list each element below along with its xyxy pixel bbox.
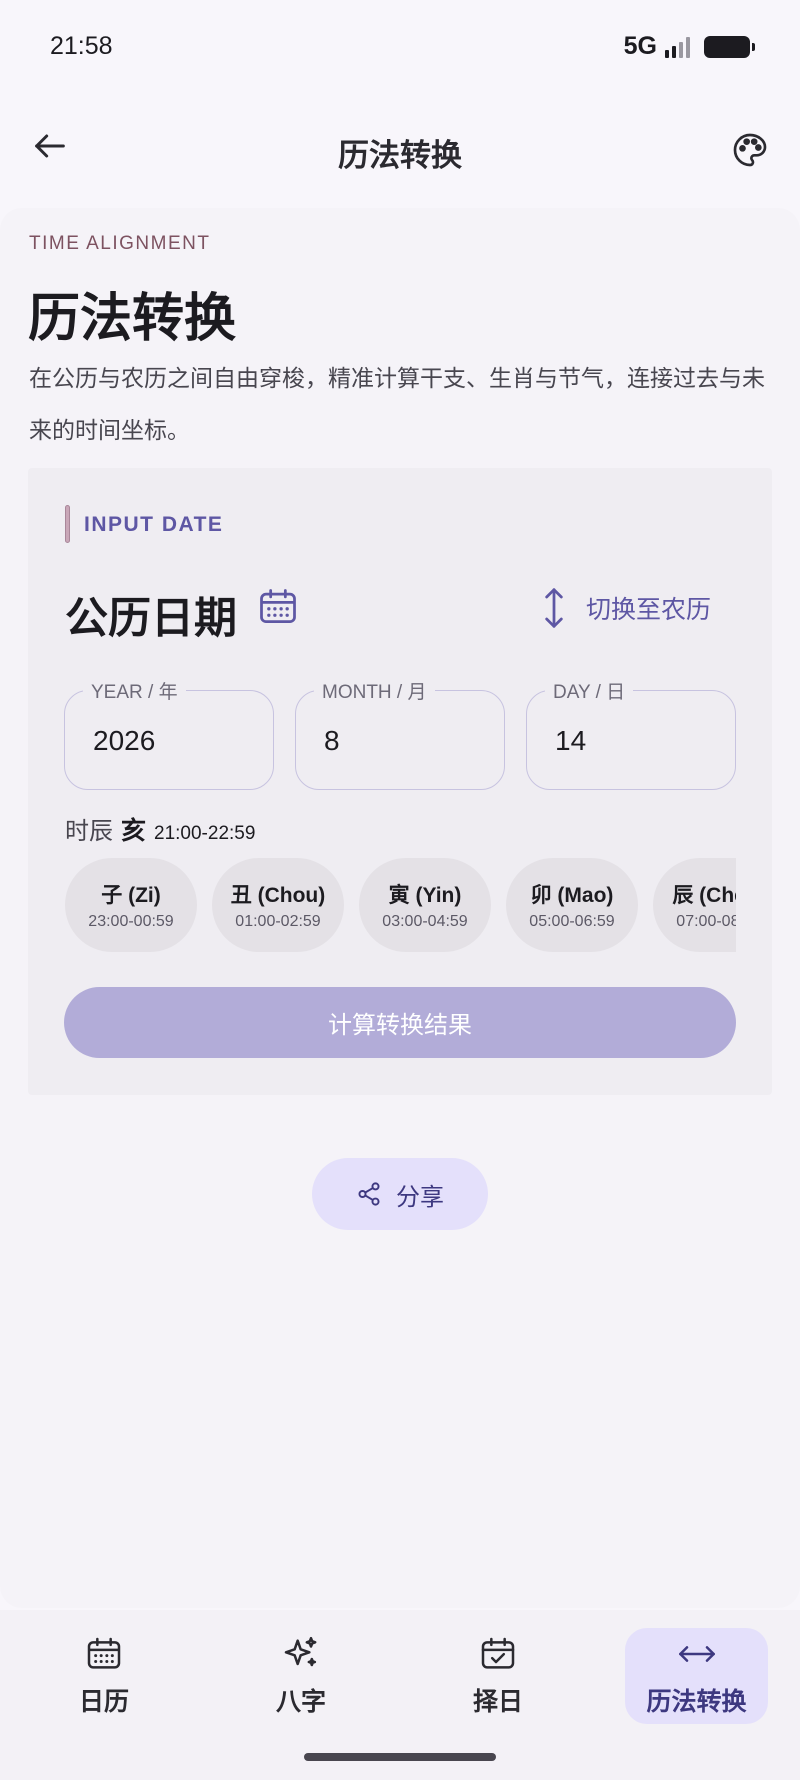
calculate-button[interactable]: 计算转换结果 xyxy=(64,987,736,1058)
signal-icon xyxy=(665,36,690,58)
year-field[interactable]: YEAR / 年 2026 xyxy=(64,677,274,790)
nav-item-calendar-convert[interactable]: 历法转换 xyxy=(625,1628,768,1724)
month-field-value: 8 xyxy=(324,725,340,756)
chip-name: 辰 (Chen) xyxy=(672,884,736,907)
switch-to-lunar-button[interactable]: 切换至农历 xyxy=(542,584,711,632)
nav-label: 择日 xyxy=(472,1688,523,1716)
share-button[interactable]: 分享 xyxy=(312,1158,488,1230)
app-bar-title: 历法转换 xyxy=(338,138,462,173)
date-type-title: 公历日期 xyxy=(65,595,237,643)
shichen-selected: 亥 xyxy=(121,817,147,845)
input-date-label: INPUT DATE xyxy=(84,513,224,536)
shichen-chip-chen[interactable]: 辰 (Chen) 07:00-08:59 xyxy=(653,858,736,952)
nav-item-calendar[interactable]: 日历 xyxy=(34,1628,174,1724)
shichen-chip-scroller[interactable]: 子 (Zi) 23:00-00:59 丑 (Chou) 01:00-02:59 … xyxy=(65,858,736,952)
shichen-range: 21:00-22:59 xyxy=(154,823,256,844)
day-field[interactable]: DAY / 日 14 xyxy=(526,677,736,790)
share-label: 分享 xyxy=(396,1183,444,1211)
month-field[interactable]: MONTH / 月 8 xyxy=(295,677,505,790)
page-title: 历法转换 xyxy=(28,290,237,348)
chip-name: 卯 (Mao) xyxy=(530,884,614,907)
status-bar: 21:58 5G xyxy=(0,0,800,92)
nav-item-bazi[interactable]: 八字 xyxy=(231,1628,371,1724)
chip-name: 寅 (Yin) xyxy=(388,884,462,907)
month-field-label: MONTH / 月 xyxy=(314,677,435,704)
chip-name: 子 (Zi) xyxy=(101,884,161,907)
shichen-chip-chou[interactable]: 丑 (Chou) 01:00-02:59 xyxy=(212,858,344,952)
chip-range: 01:00-02:59 xyxy=(235,913,321,930)
switch-label: 切换至农历 xyxy=(586,596,712,624)
shichen-label: 时辰 xyxy=(65,818,113,845)
swap-vertical-icon xyxy=(545,588,563,628)
shichen-chip-zi[interactable]: 子 (Zi) 23:00-00:59 xyxy=(65,858,197,952)
palette-icon xyxy=(733,133,767,167)
chip-range: 03:00-04:59 xyxy=(382,913,468,930)
day-field-label: DAY / 日 xyxy=(545,677,634,704)
nav-label: 日历 xyxy=(78,1688,129,1716)
shichen-chip-yin[interactable]: 寅 (Yin) 03:00-04:59 xyxy=(359,858,491,952)
year-field-label: YEAR / 年 xyxy=(83,677,186,704)
home-indicator[interactable] xyxy=(304,1753,496,1761)
status-indicators: 5G xyxy=(623,32,755,61)
nav-item-zeri[interactable]: 择日 xyxy=(428,1628,568,1724)
nav-label: 八字 xyxy=(275,1688,326,1716)
chip-range: 07:00-08:59 xyxy=(676,913,736,930)
share-icon xyxy=(358,1182,380,1206)
shichen-chip-mao[interactable]: 卯 (Mao) 05:00-06:59 xyxy=(506,858,638,952)
chip-range: 23:00-00:59 xyxy=(88,913,174,930)
shichen-summary: 时辰 亥 21:00-22:59 xyxy=(65,811,255,847)
nav-label: 历法转换 xyxy=(646,1688,747,1716)
section-accent-bar xyxy=(65,505,70,543)
year-field-value: 2026 xyxy=(93,725,156,756)
calendar-icon xyxy=(260,589,296,624)
page-overline: TIME ALIGNMENT xyxy=(29,233,211,254)
battery-icon xyxy=(704,35,755,58)
theme-button[interactable] xyxy=(726,126,774,174)
page-description: 在公历与农历之间自由穿梭，精准计算干支、生肖与节气，连接过去与未来的时间坐标。 xyxy=(29,365,765,443)
swap-horizontal-icon xyxy=(678,1646,715,1662)
chip-name: 丑 (Chou) xyxy=(230,884,326,907)
date-picker-button[interactable] xyxy=(256,585,300,629)
day-field-value: 14 xyxy=(555,725,587,756)
network-type: 5G xyxy=(623,32,657,60)
calendar-check-icon xyxy=(481,1637,515,1669)
calendar-icon xyxy=(87,1637,121,1669)
status-time: 21:58 xyxy=(50,32,113,60)
sparkles-icon xyxy=(284,1636,317,1667)
chip-range: 05:00-06:59 xyxy=(529,913,615,930)
